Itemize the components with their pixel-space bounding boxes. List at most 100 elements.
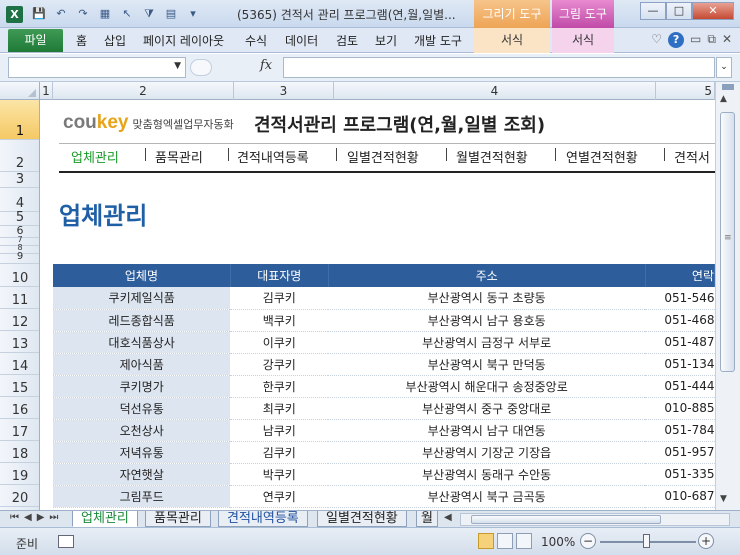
tab-drawing-format[interactable]: 서식	[474, 28, 550, 53]
filter-icon[interactable]: ⧩	[140, 5, 158, 23]
row-header[interactable]: 3	[0, 172, 39, 188]
header-company-name[interactable]: 업체명	[53, 264, 231, 287]
cell-contact[interactable]: 051-546	[645, 287, 715, 310]
redo-icon[interactable]: ↷	[74, 5, 92, 23]
cell-address[interactable]: 부산광역시 동구 초량동	[328, 287, 646, 310]
nav-items[interactable]: 품목관리	[155, 147, 203, 166]
cell-contact[interactable]: 051-134	[645, 353, 715, 376]
tab-review[interactable]: 검토	[336, 32, 358, 49]
horizontal-scrollbar[interactable]	[460, 513, 730, 526]
row-header[interactable]: 4	[0, 188, 39, 212]
tab-view[interactable]: 보기	[375, 32, 397, 49]
help-icon[interactable]: ?	[668, 32, 685, 48]
cell-representative[interactable]: 남쿠키	[230, 419, 329, 442]
cell-company-name[interactable]: 덕선유통	[53, 397, 231, 420]
customize-qat-icon[interactable]: ▾	[184, 5, 202, 23]
tab-scroll-left-icon[interactable]: ◀	[444, 512, 452, 523]
tab-file[interactable]: 파일	[8, 29, 63, 52]
cell-address[interactable]: 부산광역시 기장군 기장읍	[328, 441, 646, 464]
cell-address[interactable]: 부산광역시 중구 중앙대로	[328, 397, 646, 420]
sheet-tab-quote-entry[interactable]: 견적내역등록	[218, 511, 308, 527]
excel-app-icon[interactable]: X	[6, 6, 23, 23]
sheet-tab-monthly[interactable]: 월	[416, 511, 438, 527]
row-header[interactable]: 20	[0, 485, 39, 507]
cell-address[interactable]: 부산광역시 북구 금곡동	[328, 485, 646, 508]
sheet-tab-items[interactable]: 품목관리	[145, 511, 211, 527]
cell-company-name[interactable]: 제아식품	[53, 353, 231, 376]
select-all-corner[interactable]	[0, 82, 40, 100]
row-header[interactable]: 15	[0, 375, 39, 397]
header-address[interactable]: 주소	[328, 264, 646, 287]
save-icon[interactable]: 💾	[30, 5, 48, 23]
row-header[interactable]: 13	[0, 331, 39, 353]
cell-representative[interactable]: 박쿠키	[230, 463, 329, 486]
cell-representative[interactable]: 김쿠키	[230, 287, 329, 310]
scroll-down-icon[interactable]: ▼	[720, 494, 727, 504]
heart-icon[interactable]: ♡	[651, 32, 662, 48]
undo-icon[interactable]: ↶	[52, 5, 70, 23]
grid-icon[interactable]: ▦	[96, 5, 114, 23]
cell-company-name[interactable]: 쿠키제일식품	[53, 287, 231, 310]
cell-company-name[interactable]: 오천상사	[53, 419, 231, 442]
column-header[interactable]: 1	[40, 82, 53, 100]
nav-quote-entry[interactable]: 견적내역등록	[237, 147, 309, 166]
row-header[interactable]: 19	[0, 463, 39, 485]
page-layout-view-icon[interactable]	[497, 533, 513, 549]
cell-representative[interactable]: 강쿠키	[230, 353, 329, 376]
column-header[interactable]: 2	[53, 82, 234, 100]
row-header[interactable]: 14	[0, 353, 39, 375]
cell-contact[interactable]: 051-957	[645, 441, 715, 464]
cell-company-name[interactable]: 레드종합식품	[53, 309, 231, 332]
cell-contact[interactable]: 010-885	[645, 397, 715, 420]
zoom-in-button[interactable]: +	[698, 533, 714, 549]
column-header[interactable]: 4	[334, 82, 656, 100]
nav-daily-status[interactable]: 일별견적현황	[347, 147, 419, 166]
zoom-level[interactable]: 100%	[541, 535, 575, 549]
row-header[interactable]: 2	[0, 140, 39, 172]
scroll-up-icon[interactable]: ▲	[720, 94, 727, 104]
cell-company-name[interactable]: 자연햇살	[53, 463, 231, 486]
ribbon-minimize-icon[interactable]: ▭	[690, 32, 701, 48]
cell-representative[interactable]: 백쿠키	[230, 309, 329, 332]
nav-company[interactable]: 업체관리	[71, 147, 119, 166]
cell-address[interactable]: 부산광역시 북구 만덕동	[328, 353, 646, 376]
split-handle[interactable]	[722, 84, 734, 90]
tab-formulas[interactable]: 수식	[245, 32, 267, 49]
zoom-out-button[interactable]: −	[580, 533, 596, 549]
cell-address[interactable]: 부산광역시 남구 대연동	[328, 419, 646, 442]
formula-cancel-icon[interactable]	[190, 59, 212, 76]
pointer-icon[interactable]: ↖	[118, 5, 136, 23]
row-header[interactable]: 12	[0, 309, 39, 331]
sheet-nav-arrows-icon[interactable]: ⏮◀▶⏭	[10, 512, 63, 523]
row-header[interactable]: 10	[0, 264, 39, 287]
tab-data[interactable]: 데이터	[285, 32, 318, 49]
normal-view-icon[interactable]	[478, 533, 494, 549]
header-representative[interactable]: 대표자명	[230, 264, 329, 287]
vertical-scrollbar[interactable]: ▲ ≡ ▼	[715, 82, 740, 510]
tab-insert[interactable]: 삽입	[104, 32, 126, 49]
cell-contact[interactable]: 051-468	[645, 309, 715, 332]
formula-input[interactable]	[283, 57, 715, 78]
horizontal-scroll-thumb[interactable]	[471, 515, 661, 524]
cell-address[interactable]: 부산광역시 해운대구 송정중앙로	[328, 375, 646, 398]
name-box[interactable]: ▼	[8, 57, 186, 78]
row-header[interactable]: 16	[0, 397, 39, 419]
column-header[interactable]: 3	[234, 82, 334, 100]
cell-contact[interactable]: 051-335	[645, 463, 715, 486]
cell-company-name[interactable]: 저녁유통	[53, 441, 231, 464]
sheet-tab-daily-status[interactable]: 일별견적현황	[317, 511, 407, 527]
cell-contact[interactable]: 051-444	[645, 375, 715, 398]
ribbon-close-icon[interactable]: ✕	[722, 32, 732, 48]
tab-home[interactable]: 홈	[76, 32, 87, 49]
row-header[interactable]: 18	[0, 441, 39, 463]
cell-contact[interactable]: 051-784	[645, 419, 715, 442]
sheet-tab-company[interactable]: 업체관리	[72, 511, 138, 527]
close-button[interactable]: ✕	[692, 2, 734, 20]
expand-formula-bar-icon[interactable]: ⌄	[716, 57, 732, 78]
header-contact[interactable]: 연락	[645, 264, 715, 287]
cell-address[interactable]: 부산광역시 남구 용호동	[328, 309, 646, 332]
macro-record-icon[interactable]	[58, 535, 74, 548]
cell-contact[interactable]: 051-487	[645, 331, 715, 354]
cell-company-name[interactable]: 그림푸드	[53, 485, 231, 508]
row-header[interactable]: 1	[0, 100, 39, 140]
